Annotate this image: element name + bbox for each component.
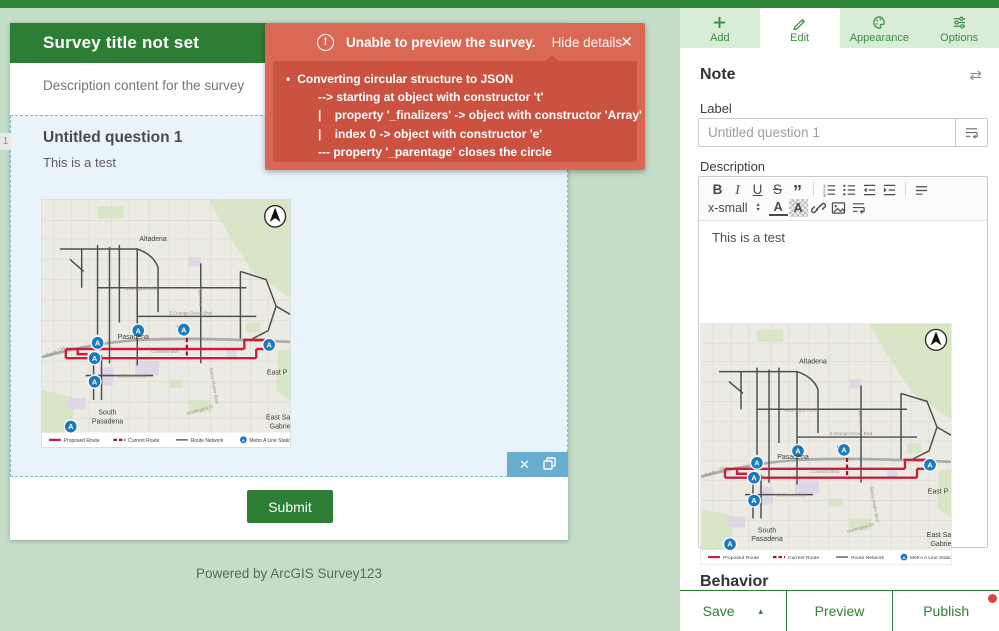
error-toast-header: ! Unable to preview the survey. Hide det… (265, 23, 645, 61)
stepper-down-icon: ▾ (757, 208, 760, 213)
rte-map-image (701, 324, 951, 564)
svg-text:3: 3 (823, 193, 826, 197)
section-title: Note (700, 66, 736, 84)
blockquote-button[interactable]: ” (788, 181, 807, 199)
rte-toolbar-row2: x-small ▴ ▾ A A (699, 199, 987, 221)
error-detail-line: | property '_finalizers' -> object with … (273, 106, 637, 124)
ordered-list-button[interactable]: 123 (820, 181, 839, 199)
link-button[interactable] (809, 199, 828, 217)
app-top-bar (0, 0, 999, 8)
insert-dynamic-text-button[interactable] (849, 199, 868, 217)
bold-button[interactable]: B (708, 181, 727, 199)
notification-dot (988, 594, 997, 603)
details-notch (545, 55, 559, 62)
indent-button[interactable] (880, 181, 899, 199)
insert-image-button[interactable] (829, 199, 848, 217)
bullet-icon: • (286, 72, 290, 86)
unordered-list-button[interactable] (840, 181, 859, 199)
save-button[interactable]: Save ▴ (680, 591, 786, 631)
error-detail-line: | index 0 -> object with constructor 'e' (273, 125, 637, 143)
question-description: This is a test (43, 155, 116, 170)
behavior-heading: Behavior (700, 573, 768, 591)
editor-tabs: Add Edit Appearance Options (680, 8, 999, 48)
label-input[interactable] (699, 119, 955, 146)
pencil-icon (792, 15, 807, 30)
publish-button[interactable]: Publish (892, 591, 999, 631)
preview-button[interactable]: Preview (786, 591, 893, 631)
label-field-label: Label (700, 101, 732, 116)
palette-icon (872, 15, 887, 30)
font-size-select[interactable]: x-small (708, 201, 748, 215)
toolbar-divider (813, 182, 814, 197)
align-button[interactable] (912, 181, 931, 199)
rte-content-area[interactable]: This is a test (699, 221, 987, 547)
question-number-tab: 1 (0, 133, 11, 150)
insert-text-icon (964, 126, 979, 140)
label-field-row (698, 118, 988, 147)
question-map-image (42, 200, 290, 447)
editor-footer: Save ▴ Preview Publish (680, 590, 999, 631)
error-title: Unable to preview the survey. (346, 35, 536, 50)
hide-details-link[interactable]: Hide details (552, 35, 623, 50)
plus-icon (712, 15, 727, 30)
submit-button[interactable]: Submit (247, 490, 333, 523)
rte-toolbar-row1: B I U S ” 123 (699, 177, 987, 199)
save-menu-caret-icon[interactable]: ▴ (759, 606, 764, 617)
survey-title: Survey title not set (10, 33, 199, 53)
question-label: Untitled question 1 (43, 129, 183, 147)
text-color-button[interactable]: A (769, 201, 788, 216)
error-details-panel: •Converting circular structure to JSON -… (273, 61, 637, 162)
toolbar-divider (905, 182, 906, 197)
error-detail-line: •Converting circular structure to JSON (273, 70, 637, 88)
error-icon: ! (317, 34, 334, 51)
italic-button[interactable]: I (728, 181, 747, 199)
rte-text: This is a test (699, 221, 987, 254)
highlight-color-button[interactable]: A (789, 199, 808, 217)
error-toast: ! Unable to preview the survey. Hide det… (265, 23, 645, 170)
tab-options[interactable]: Options (919, 8, 999, 48)
swap-question-type-icon[interactable]: ⇄ (969, 66, 982, 84)
font-size-stepper[interactable]: ▴ ▾ (757, 203, 760, 213)
description-field-label: Description (700, 159, 765, 174)
close-icon[interactable]: ✕ (620, 33, 633, 51)
powered-by-text: Powered by ArcGIS Survey123 (10, 566, 568, 581)
tab-appearance[interactable]: Appearance (840, 8, 920, 48)
tab-add[interactable]: Add (680, 8, 760, 48)
editor-panel: Add Edit Appearance Options Note ⇄ Label (680, 8, 999, 631)
insert-dynamic-text-button[interactable] (955, 119, 987, 146)
tab-edit[interactable]: Edit (760, 8, 840, 48)
delete-question-icon[interactable]: ✕ (519, 458, 530, 471)
outdent-button[interactable] (860, 181, 879, 199)
duplicate-question-icon[interactable] (543, 457, 556, 472)
sliders-icon (952, 15, 967, 30)
error-detail-line: --> starting at object with constructor … (273, 88, 637, 106)
error-detail-line: --- property '_parentage' closes the cir… (273, 143, 637, 161)
strikethrough-button[interactable]: S (768, 181, 787, 199)
rich-text-editor: B I U S ” 123 (698, 176, 988, 548)
question-action-bar: ✕ (507, 452, 568, 477)
underline-button[interactable]: U (748, 181, 767, 199)
